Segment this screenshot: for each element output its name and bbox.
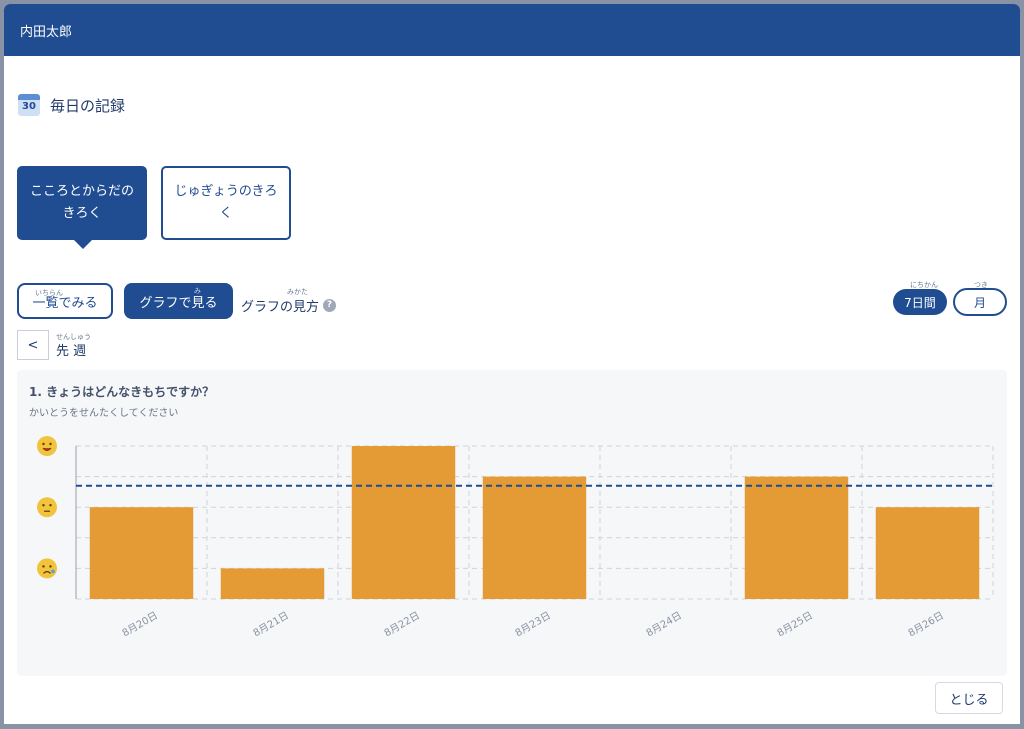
x-tick-label: 8月24日 bbox=[644, 609, 684, 639]
neutral-face-icon bbox=[37, 497, 57, 518]
graph-howto-label: グラフの見方 bbox=[241, 300, 320, 315]
chart-bar bbox=[482, 476, 587, 599]
ruby-text: み bbox=[194, 287, 201, 295]
month-label: 月 bbox=[973, 295, 986, 310]
page-title: 30 毎日の記録 bbox=[18, 94, 125, 116]
chart-bar bbox=[351, 446, 456, 599]
tab-class-record[interactable]: じゅぎょうのきろく bbox=[161, 166, 291, 240]
graph-view-label: グラフで見る bbox=[139, 295, 218, 311]
chart-panel: 1. きょうはどんなきもちですか？ かいとうをせんたくしてください 8月20日 8… bbox=[17, 370, 1007, 676]
x-tick-label: 8月23日 bbox=[513, 609, 553, 639]
user-name: 内田太郎 bbox=[20, 24, 73, 40]
list-view-button[interactable]: いちらん 一覧でみる bbox=[17, 283, 113, 319]
month-button[interactable]: 月 bbox=[953, 288, 1007, 316]
footer-bar bbox=[4, 676, 1020, 724]
tab-label-line1: こころとからだの bbox=[29, 184, 134, 199]
seven-days-button[interactable]: 7日間 bbox=[893, 289, 947, 315]
seven-days-label: 7日間 bbox=[904, 295, 936, 310]
close-label: とじる bbox=[949, 692, 989, 708]
graph-howto-link[interactable]: グラフの見方 ? bbox=[241, 296, 337, 315]
chart-bar bbox=[744, 476, 849, 599]
x-tick-label: 8月22日 bbox=[382, 609, 422, 639]
x-tick-label: 8月20日 bbox=[120, 609, 160, 639]
chart-bar bbox=[89, 507, 194, 599]
sad-face-icon bbox=[37, 558, 57, 579]
x-tick-label: 8月25日 bbox=[775, 609, 815, 639]
modal-window: 内田太郎 30 毎日の記録 こころとからだの きろく じゅぎょうのきろく いちらん… bbox=[4, 4, 1020, 724]
tab-label-line2: きろく bbox=[62, 206, 102, 221]
x-tick-label: 8月21日 bbox=[251, 609, 291, 639]
previous-week-button[interactable]: < bbox=[17, 330, 49, 360]
tab-body-mind-record[interactable]: こころとからだの きろく bbox=[17, 166, 147, 249]
tab-label-line1: じゅぎょうのきろ bbox=[174, 184, 278, 199]
calendar-day: 30 bbox=[22, 101, 36, 112]
ruby-text: いちらん bbox=[35, 289, 63, 297]
close-button[interactable]: とじる bbox=[935, 682, 1003, 714]
chevron-left-icon: < bbox=[27, 337, 39, 353]
tab-label-line2: く bbox=[219, 206, 233, 221]
bar-chart: 8月20日 8月21日 8月22日 8月23日 8月24日 8月25日 8月26日 bbox=[37, 436, 994, 639]
chart-bar bbox=[220, 568, 325, 599]
happy-face-icon bbox=[37, 436, 57, 456]
page-title-text: 毎日の記録 bbox=[50, 96, 126, 115]
help-icon: ? bbox=[323, 299, 337, 312]
chart-bar bbox=[875, 507, 980, 599]
header-bar: 内田太郎 bbox=[4, 4, 1020, 56]
previous-week-label: 先 週 bbox=[56, 344, 87, 359]
x-tick-label: 8月26日 bbox=[906, 609, 946, 639]
graph-view-button[interactable]: み グラフで見る bbox=[124, 283, 233, 319]
calendar-icon: 30 bbox=[18, 94, 40, 116]
